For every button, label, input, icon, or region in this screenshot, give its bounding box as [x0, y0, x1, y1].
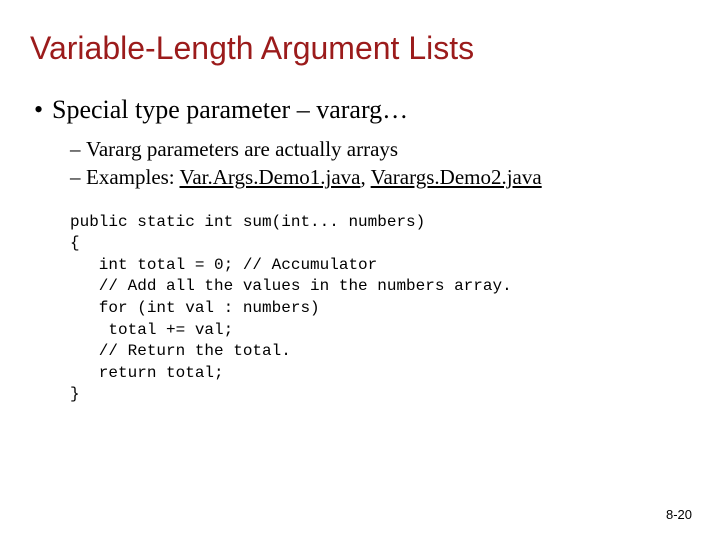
example-link-2[interactable]: Varargs.Demo2.java — [371, 165, 542, 189]
bullet-level1-text: Special type parameter – vararg… — [52, 95, 408, 124]
examples-separator: , — [361, 165, 371, 189]
bullet-level1: •Special type parameter – vararg… — [34, 95, 690, 125]
bullet-level2-item: –Vararg parameters are actually arrays — [70, 135, 690, 163]
bullet-level2-item: –Examples: Var.Args.Demo1.java, Varargs.… — [70, 163, 690, 191]
bullet-dash: – — [70, 163, 86, 191]
examples-prefix: Examples: — [86, 165, 180, 189]
bullet-level2-text: Vararg parameters are actually arrays — [86, 137, 398, 161]
bullet-dot: • — [34, 95, 52, 125]
code-block: public static int sum(int... numbers) { … — [70, 212, 690, 406]
slide-title: Variable-Length Argument Lists — [30, 30, 690, 67]
page-number: 8-20 — [666, 507, 692, 522]
bullet-dash: – — [70, 135, 86, 163]
slide: Variable-Length Argument Lists •Special … — [0, 0, 720, 540]
example-link-1[interactable]: Var.Args.Demo1.java — [180, 165, 361, 189]
